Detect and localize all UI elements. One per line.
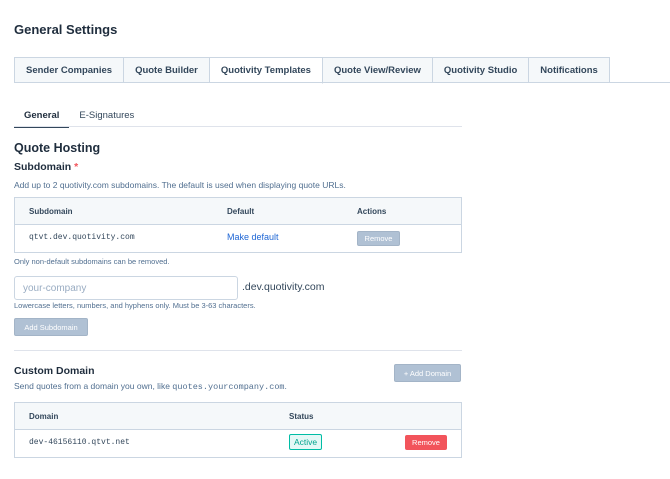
subdomain-help-text: Add up to 2 quotivity.com subdomains. Th… (14, 180, 346, 190)
tab-quotivity-studio[interactable]: Quotivity Studio (432, 57, 530, 83)
subdomain-input-help: Lowercase letters, numbers, and hyphens … (14, 301, 256, 310)
custom-domain-table-header: Domain Status (15, 403, 461, 430)
subdomain-heading: Subdomain * (14, 161, 78, 173)
domain-value: dev-46156110.qtvt.net (29, 438, 130, 447)
subdomain-suffix: .dev.quotivity.com (242, 281, 325, 293)
settings-tabs: Sender Companies Quote Builder Quotivity… (14, 57, 610, 84)
tabs-divider (14, 82, 670, 83)
table-row: dev-46156110.qtvt.net Active Remove (15, 430, 461, 457)
column-header-default: Default (227, 207, 255, 216)
required-marker: * (74, 161, 79, 173)
subdomain-heading-label: Subdomain (14, 161, 72, 173)
tab-sender-companies[interactable]: Sender Companies (14, 57, 125, 83)
remove-subdomain-button[interactable]: Remove (357, 231, 400, 246)
custom-domain-heading: Custom Domain (14, 365, 95, 377)
subtab-e-signatures[interactable]: E-Signatures (69, 107, 144, 126)
remove-domain-button[interactable]: Remove (405, 435, 447, 450)
section-title-quote-hosting: Quote Hosting (14, 141, 101, 155)
tab-quote-view-review[interactable]: Quote View/Review (322, 57, 433, 83)
tab-notifications[interactable]: Notifications (529, 57, 610, 83)
custom-domain-example: quotes.yourcompany.com (172, 382, 285, 392)
tab-quote-builder[interactable]: Quote Builder (124, 57, 210, 83)
section-divider (14, 350, 462, 351)
remove-note: Only non-default subdomains can be remov… (14, 257, 170, 266)
add-domain-button[interactable]: + Add Domain (394, 364, 461, 382)
column-header-status: Status (289, 412, 314, 421)
table-row: qtvt.dev.quotivity.com Make default Remo… (15, 225, 461, 252)
make-default-link[interactable]: Make default (227, 232, 279, 242)
subdomain-table-header: Subdomain Default Actions (15, 198, 461, 225)
custom-domain-help-text: Send quotes from a domain you own, like … (14, 381, 287, 392)
status-badge: Active (289, 434, 323, 450)
custom-domain-help-suffix: . (284, 381, 287, 391)
column-header-subdomain: Subdomain (29, 207, 73, 216)
subtab-general[interactable]: General (14, 107, 70, 128)
custom-domain-table: Domain Status dev-46156110.qtvt.net Acti… (14, 402, 462, 458)
subtabs-divider (14, 126, 462, 127)
subdomain-input[interactable] (14, 276, 238, 300)
add-subdomain-button[interactable]: Add Subdomain (14, 318, 88, 336)
subdomain-table: Subdomain Default Actions qtvt.dev.quoti… (14, 197, 462, 253)
column-header-actions: Actions (357, 207, 387, 216)
column-header-domain: Domain (29, 412, 59, 421)
custom-domain-help-prefix: Send quotes from a domain you own, like (14, 381, 173, 391)
sub-tabs: General E-Signatures (14, 107, 144, 128)
page-title: General Settings (14, 22, 118, 37)
subdomain-value: qtvt.dev.quotivity.com (29, 233, 135, 242)
tab-quotivity-templates[interactable]: Quotivity Templates (209, 57, 323, 84)
